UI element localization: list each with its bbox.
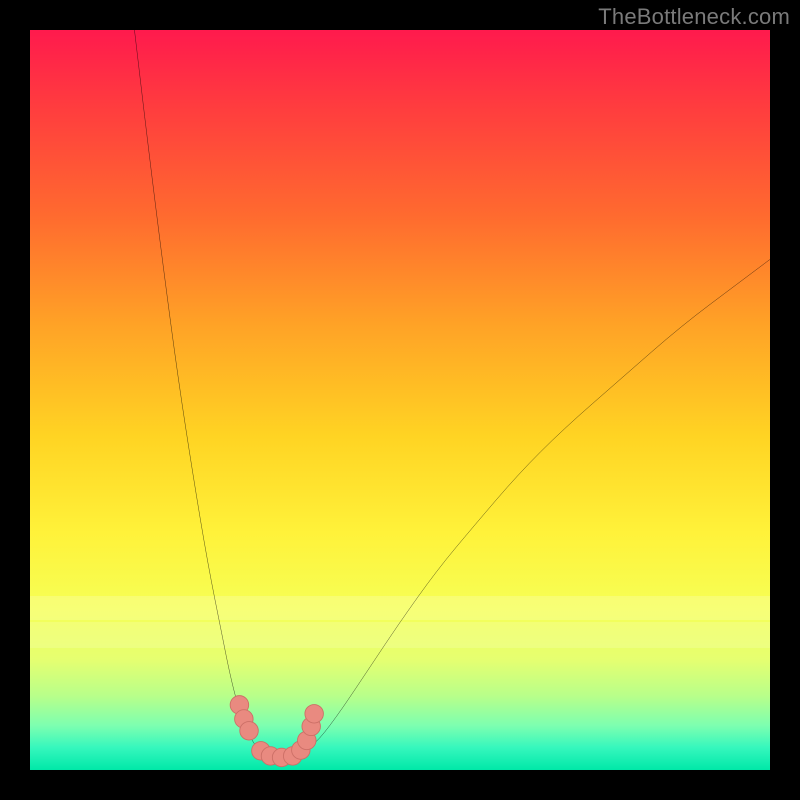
outer-frame: TheBottleneck.com: [0, 0, 800, 800]
bottleneck-curve: [134, 30, 770, 762]
chart-svg: [30, 30, 770, 770]
highlight-dot: [305, 705, 324, 724]
watermark-text: TheBottleneck.com: [598, 4, 790, 30]
plot-area: [30, 30, 770, 770]
highlight-dot: [240, 722, 259, 741]
